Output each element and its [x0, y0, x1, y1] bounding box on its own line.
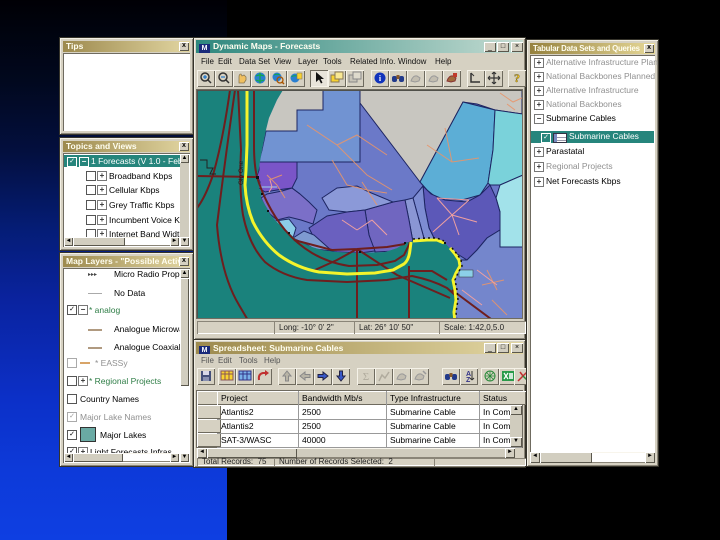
svg-text:Σ: Σ — [363, 371, 369, 383]
svg-text:?: ? — [514, 71, 520, 85]
svg-text:Glo One: Glo One — [238, 160, 245, 185]
